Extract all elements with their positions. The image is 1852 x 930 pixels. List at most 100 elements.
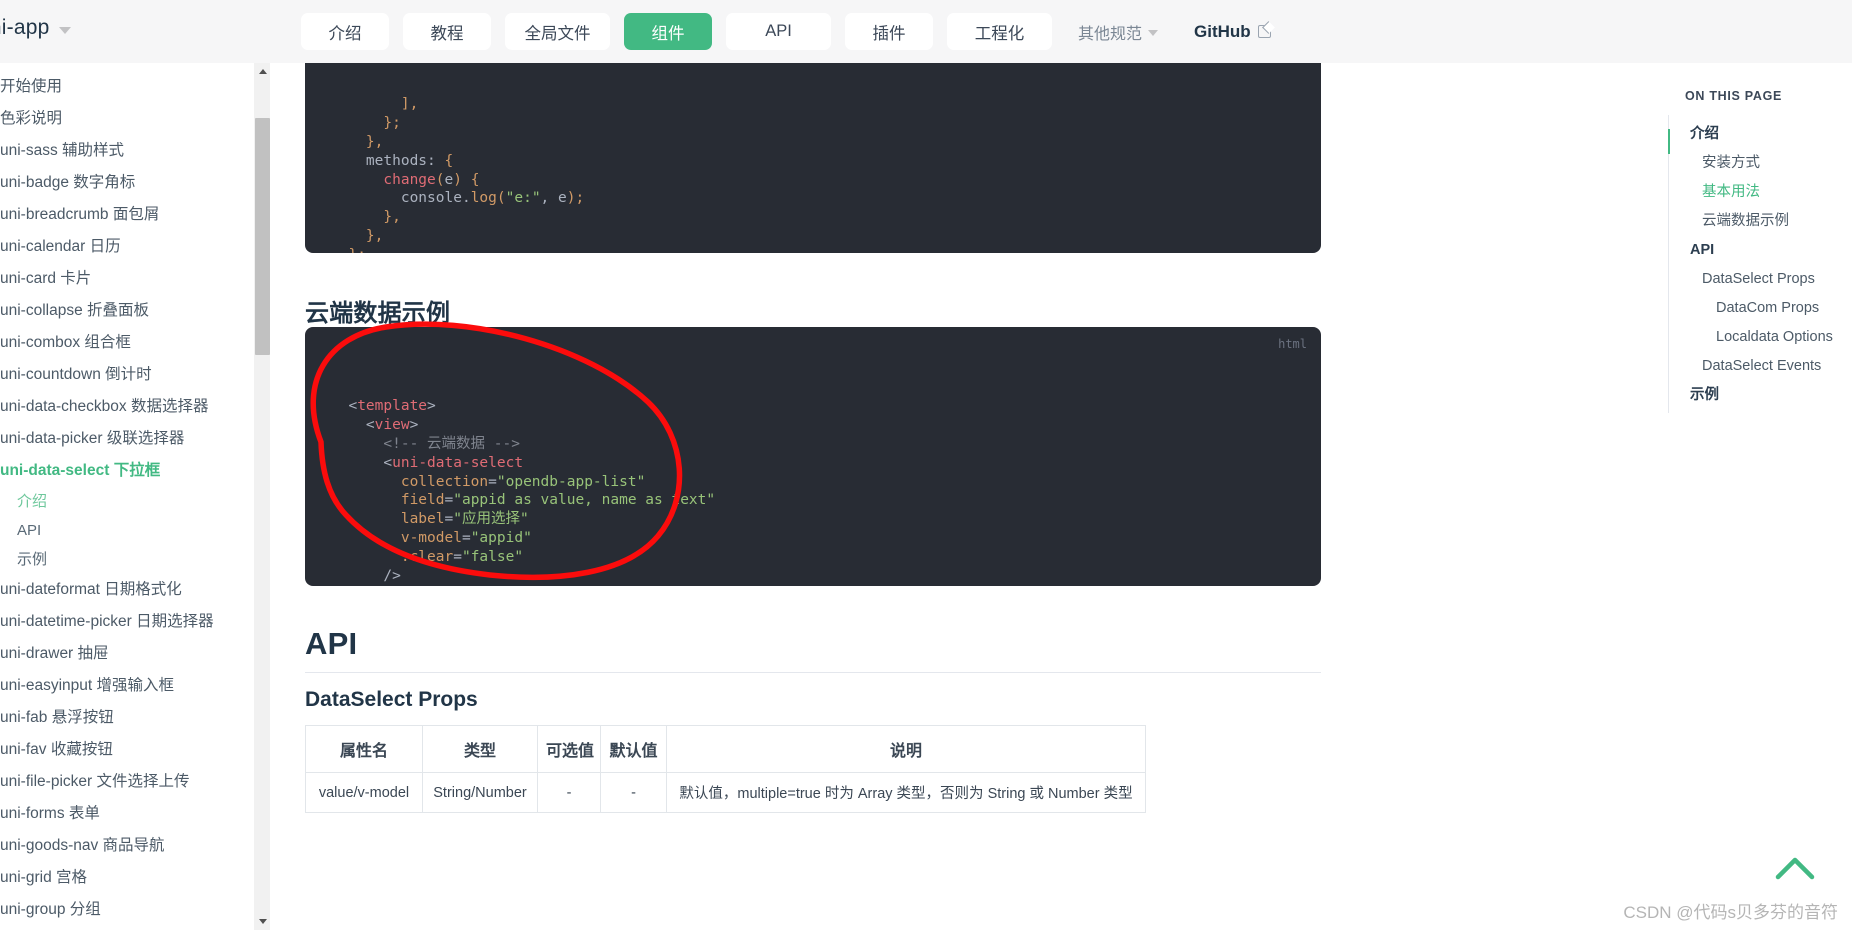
toc-active-marker <box>1668 129 1670 154</box>
sidebar-item-11[interactable]: uni-data-picker 级联选择器 <box>0 423 252 455</box>
code-block-cloud-data[interactable]: html <template> <view> <!-- 云端数据 --> <un… <box>305 327 1321 586</box>
code-line-7: v-model="appid" <box>400 529 532 546</box>
sidebar-item-1[interactable]: 色彩说明 <box>0 103 252 135</box>
nav-pill-5[interactable]: 插件 <box>845 13 933 50</box>
sidebar-nav-list: 开始使用 色彩说明 uni-sass 辅助样式 uni-badge 数字角标 uni-b… <box>0 63 252 926</box>
scroll-up-arrow-icon[interactable] <box>254 63 271 80</box>
sidebar-item-24[interactable]: uni-goods-nav 商品导航 <box>0 830 252 862</box>
sidebar-item-5[interactable]: uni-calendar 日历 <box>0 231 252 263</box>
nav-pill-2[interactable]: 全局文件 <box>505 13 610 50</box>
sidebar-item-25[interactable]: uni-grid 宫格 <box>0 862 252 894</box>
sidebar-item-4[interactable]: uni-breadcrumb 面包屑 <box>0 199 252 231</box>
toc-item-8[interactable]: DataSelect Events <box>1669 351 1852 380</box>
sidebar-item-13[interactable]: 介绍 <box>0 487 252 516</box>
code-line-10: </view> <box>331 585 1297 586</box>
nav-other-spec-label: 其他规范 <box>1078 25 1143 43</box>
toc-item-0[interactable]: 介绍 <box>1669 119 1852 148</box>
code-line-4: change(e) { <box>383 171 480 188</box>
sidebar-item-8[interactable]: uni-combox 组合框 <box>0 327 252 359</box>
sidebar-item-20[interactable]: uni-fab 悬浮按钮 <box>0 702 252 734</box>
heading-api: API <box>305 626 1321 673</box>
left-sidebar: 开始使用 色彩说明 uni-sass 辅助样式 uni-badge 数字角标 uni-b… <box>0 63 253 930</box>
table-cell-0-3: - <box>600 772 667 813</box>
code-line-8: }; <box>331 246 1297 253</box>
code-line-9: /> <box>383 567 401 584</box>
table-header-cell-1: 类型 <box>422 725 538 773</box>
toc-item-4[interactable]: API <box>1669 235 1852 264</box>
chevron-down-icon[interactable] <box>59 26 72 34</box>
sidebar-item-16[interactable]: uni-dateformat 日期格式化 <box>0 574 252 606</box>
csdn-watermark: CSDN @代码s贝多芬的音符 <box>1623 903 1838 922</box>
code-line-6: }, <box>383 209 401 226</box>
main-content: ], }; }, methods: { change(e) { console.… <box>271 63 1631 930</box>
dataselect-props-table: 属性名 类型 可选值 默认值 说明 value/v-model String/Number… <box>305 725 1146 813</box>
table-cell-0-1: String/Number <box>422 772 538 813</box>
scrollbar-thumb[interactable] <box>255 118 270 355</box>
sidebar-item-14[interactable]: API <box>0 516 252 545</box>
toc-item-1[interactable]: 安装方式 <box>1669 148 1852 177</box>
toc-item-2[interactable]: 基本用法 <box>1669 177 1852 206</box>
table-cell-0-0: value/v-model <box>305 772 423 813</box>
code-line-3: <uni-data-select <box>383 454 524 471</box>
code-line-5: field="appid as value, name as text" <box>400 492 716 509</box>
table-cell-0-2: - <box>537 772 601 813</box>
sidebar-item-23[interactable]: uni-forms 表单 <box>0 798 252 830</box>
back-to-top-button[interactable] <box>1773 853 1817 888</box>
code-line-3: methods: { <box>365 152 454 169</box>
nav-pill-0[interactable]: 介绍 <box>301 13 389 50</box>
toc-title: ON THIS PAGE <box>1685 89 1783 103</box>
brand-label: uni-app <box>0 16 50 39</box>
code-lang-label-html: html <box>1278 337 1307 351</box>
toc-item-5[interactable]: DataSelect Props <box>1669 264 1852 293</box>
sidebar-item-7[interactable]: uni-collapse 折叠面板 <box>0 295 252 327</box>
table-header-cell-4: 说明 <box>666 725 1146 773</box>
sidebar-item-12[interactable]: uni-data-select 下拉框 <box>0 455 252 487</box>
table-header-cell-3: 默认值 <box>600 725 667 773</box>
table-header-row: 属性名 类型 可选值 默认值 说明 <box>305 725 1146 773</box>
toc-item-6[interactable]: DataCom Props <box>1669 293 1852 322</box>
right-sidebar-toc: ON THIS PAGE 介绍 安装方式 基本用法 云端数据示例 API DataSele… <box>1631 63 1852 930</box>
top-navigation-bar: uni-app 介绍教程全局文件组件 API 插件工程化 其他规范 GitHub <box>0 0 1852 63</box>
brand-logo[interactable]: uni-app <box>0 16 72 40</box>
code-line-5: console.log("e:", e); <box>400 190 585 207</box>
table-header-cell-0: 属性名 <box>305 725 423 773</box>
nav-github-link[interactable]: GitHub <box>1184 22 1281 42</box>
sidebar-item-15[interactable]: 示例 <box>0 545 252 574</box>
nav-pill-group: 介绍 教程 全局文件 组件 API 插件 工程化 其他规范 GitHub <box>301 13 1281 50</box>
scroll-down-arrow-icon[interactable] <box>254 913 271 930</box>
sidebar-item-2[interactable]: uni-sass 辅助样式 <box>0 135 252 167</box>
sidebar-item-17[interactable]: uni-datetime-picker 日期选择器 <box>0 606 252 638</box>
nav-other-spec[interactable]: 其他规范 <box>1066 20 1170 44</box>
toc-item-3[interactable]: 云端数据示例 <box>1669 206 1852 235</box>
sidebar-item-9[interactable]: uni-countdown 倒计时 <box>0 359 252 391</box>
nav-pill-6[interactable]: 工程化 <box>947 13 1052 50</box>
code-line-4: collection="opendb-app-list" <box>400 473 646 490</box>
chevron-up-icon <box>1775 857 1815 880</box>
sidebar-item-10[interactable]: uni-data-checkbox 数据选择器 <box>0 391 252 423</box>
sidebar-item-26[interactable]: uni-group 分组 <box>0 894 252 926</box>
code-line-2: <!-- 云端数据 --> <box>383 435 520 452</box>
sidebar-item-22[interactable]: uni-file-picker 文件选择上传 <box>0 766 252 798</box>
sidebar-scrollbar[interactable] <box>253 63 270 930</box>
code-line-0: <template> <box>348 398 436 415</box>
code-line-1: }; <box>383 115 401 132</box>
sidebar-item-18[interactable]: uni-drawer 抽屉 <box>0 638 252 670</box>
sidebar-item-21[interactable]: uni-fav 收藏按钮 <box>0 734 252 766</box>
nav-pill-1[interactable]: 教程 <box>403 13 491 50</box>
chevron-down-icon <box>1148 30 1159 36</box>
sidebar-item-6[interactable]: uni-card 卡片 <box>0 263 252 295</box>
code-line-8: :clear="false" <box>400 548 524 565</box>
sidebar-item-0[interactable]: 开始使用 <box>0 71 252 103</box>
nav-pill-4[interactable]: API <box>726 13 831 50</box>
toc-item-7[interactable]: Localdata Options <box>1669 322 1852 351</box>
table-header-cell-2: 可选值 <box>537 725 601 773</box>
sidebar-item-19[interactable]: uni-easyinput 增强输入框 <box>0 670 252 702</box>
code-block-basic-usage[interactable]: ], }; }, methods: { change(e) { console.… <box>305 63 1321 253</box>
nav-github-label: GitHub <box>1194 21 1251 41</box>
code-line-1: <view> <box>365 417 419 434</box>
toc-item-9[interactable]: 示例 <box>1669 380 1852 409</box>
sidebar-item-3[interactable]: uni-badge 数字角标 <box>0 167 252 199</box>
code-line-0: ], <box>400 96 419 113</box>
table-cell-0-4: 默认值，multiple=true 时为 Array 类型，否则为 String… <box>666 772 1146 813</box>
nav-pill-3[interactable]: 组件 <box>624 13 712 50</box>
